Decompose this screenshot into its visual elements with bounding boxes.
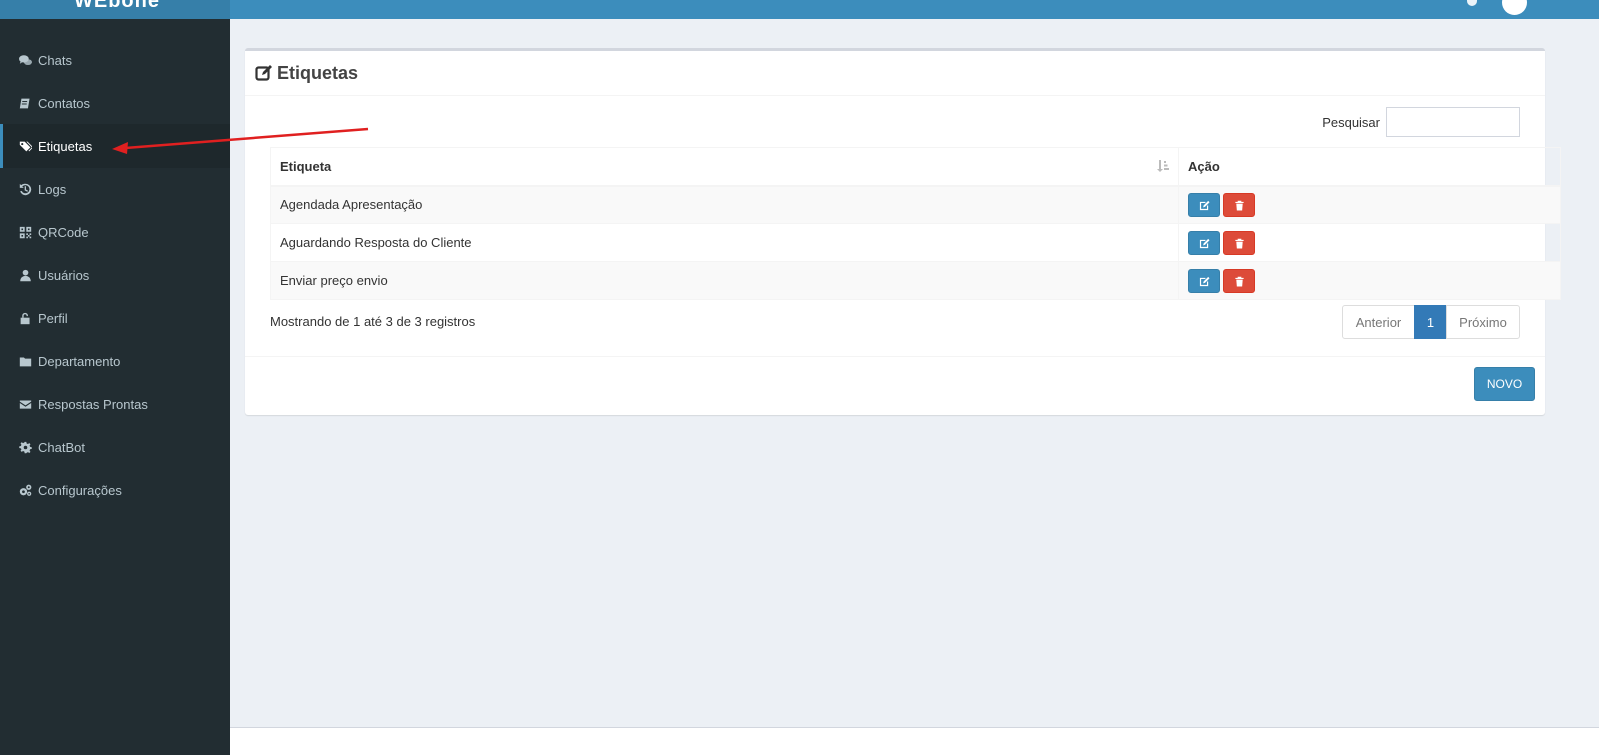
- sidebar-item-label: Perfil: [38, 310, 68, 326]
- sidebar-item-configuracoes[interactable]: Configurações: [0, 468, 230, 512]
- user-icon: [18, 268, 32, 282]
- table-row: Agendada Apresentação: [270, 185, 1561, 224]
- logo-bar[interactable]: WEbone: [0, 0, 230, 19]
- top-navbar: [230, 0, 1599, 19]
- sidebar-item-etiquetas[interactable]: Etiquetas: [0, 124, 230, 168]
- action-cell: [1178, 261, 1561, 300]
- chats-icon: [18, 53, 32, 67]
- edit-square-icon: [255, 65, 272, 81]
- edit-icon: [1199, 200, 1210, 210]
- tags-icon: [18, 139, 32, 153]
- delete-button[interactable]: [1223, 268, 1255, 293]
- pagination-page-1[interactable]: 1: [1414, 305, 1447, 339]
- etiqueta-cell: Enviar preço envio: [270, 261, 1179, 300]
- sidebar-item-contatos[interactable]: Contatos: [0, 81, 230, 125]
- panel-header: Etiquetas: [245, 51, 1545, 96]
- etiquetas-table: Etiqueta Ação Agendada Apresentação Agua…: [270, 147, 1561, 300]
- etiquetas-panel: Etiquetas Pesquisar Etiqueta Ação Agenda…: [245, 48, 1561, 415]
- sidebar-item-departamento[interactable]: Departamento: [0, 339, 230, 383]
- user-avatar[interactable]: [1502, 0, 1527, 15]
- pagination-next[interactable]: Próximo: [1446, 305, 1520, 339]
- action-cell: [1178, 185, 1561, 224]
- cogs-icon: [18, 483, 32, 497]
- action-cell: [1178, 223, 1561, 262]
- edit-button[interactable]: [1188, 268, 1220, 293]
- sidebar-item-label: QRCode: [38, 224, 89, 240]
- new-button[interactable]: NOVO: [1474, 367, 1535, 401]
- table-row: Aguardando Resposta do Cliente: [270, 223, 1561, 262]
- folder-icon: [18, 354, 32, 368]
- edit-button[interactable]: [1188, 192, 1220, 217]
- sidebar-item-chatbot[interactable]: ChatBot: [0, 425, 230, 469]
- sidebar-item-label: Chats: [38, 52, 72, 68]
- delete-button[interactable]: [1223, 230, 1255, 255]
- search-input[interactable]: [1386, 107, 1520, 137]
- sidebar: Chats Contatos Etiquetas Logs QRCode Usu…: [0, 19, 230, 755]
- edit-icon: [1199, 276, 1210, 286]
- trash-icon: [1235, 238, 1244, 249]
- sidebar-item-qrcode[interactable]: QRCode: [0, 210, 230, 254]
- qrcode-icon: [18, 225, 32, 239]
- table-row: Enviar preço envio: [270, 261, 1561, 300]
- page-title: Etiquetas: [277, 62, 359, 83]
- etiqueta-cell: Agendada Apresentação: [270, 185, 1179, 224]
- column-header-acao: Ação: [1178, 147, 1561, 187]
- column-header-etiqueta[interactable]: Etiqueta: [270, 147, 1179, 187]
- sort-icon: [1157, 160, 1169, 172]
- delete-button[interactable]: [1223, 192, 1255, 217]
- cog-icon: [18, 440, 32, 454]
- edit-icon: [1199, 238, 1210, 248]
- panel-footer: NOVO: [245, 356, 1545, 415]
- sidebar-item-usuarios[interactable]: Usuários: [0, 253, 230, 297]
- search-area: Pesquisar: [1322, 107, 1520, 137]
- sidebar-item-respostas-prontas[interactable]: Respostas Prontas: [0, 382, 230, 426]
- sidebar-item-label: ChatBot: [38, 439, 85, 455]
- page-footer: [230, 727, 1599, 755]
- sidebar-item-perfil[interactable]: Perfil: [0, 296, 230, 340]
- sidebar-item-label: Logs: [38, 181, 67, 197]
- sidebar-item-label: Respostas Prontas: [38, 396, 148, 412]
- trash-icon: [1235, 200, 1244, 211]
- pagination: Anterior 1 Próximo: [1342, 305, 1520, 339]
- sidebar-item-label: Etiquetas: [38, 138, 93, 154]
- envelope-icon: [18, 397, 32, 411]
- sidebar-item-label: Contatos: [38, 95, 91, 111]
- trash-icon: [1235, 276, 1244, 287]
- sidebar-item-label: Configurações: [38, 482, 122, 498]
- sidebar-item-label: Departamento: [38, 353, 121, 369]
- app-logo: WEbone: [74, 0, 160, 12]
- search-label: Pesquisar: [1322, 114, 1380, 130]
- sidebar-item-logs[interactable]: Logs: [0, 167, 230, 211]
- sidebar-item-label: Usuários: [38, 267, 90, 283]
- main-content: Etiquetas Pesquisar Etiqueta Ação Agenda…: [230, 19, 1599, 755]
- edit-button[interactable]: [1188, 230, 1220, 255]
- table-info: Mostrando de 1 até 3 de 3 registros: [270, 314, 476, 329]
- history-icon: [18, 182, 32, 196]
- unlock-icon: [18, 311, 32, 325]
- sidebar-item-chats[interactable]: Chats: [0, 38, 230, 82]
- notification-icon[interactable]: [1467, 0, 1477, 6]
- etiqueta-cell: Aguardando Resposta do Cliente: [270, 223, 1179, 262]
- pagination-prev[interactable]: Anterior: [1342, 305, 1415, 339]
- book-icon: [18, 96, 32, 110]
